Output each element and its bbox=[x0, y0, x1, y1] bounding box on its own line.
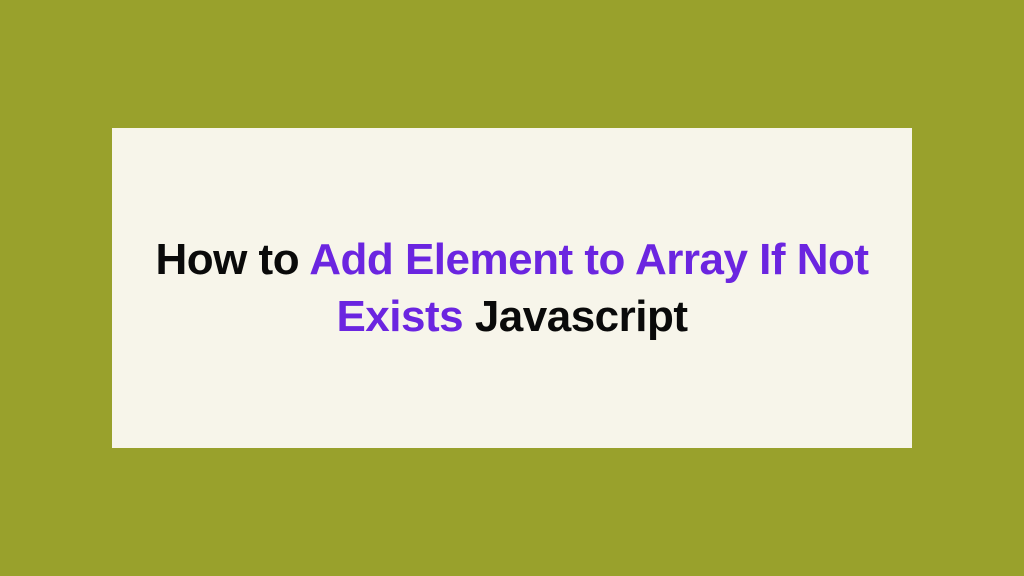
title-card: How to Add Element to Array If Not Exist… bbox=[112, 128, 912, 448]
headline-prefix: How to bbox=[155, 235, 309, 284]
headline-suffix: Javascript bbox=[463, 292, 687, 341]
headline: How to Add Element to Array If Not Exist… bbox=[152, 231, 872, 345]
